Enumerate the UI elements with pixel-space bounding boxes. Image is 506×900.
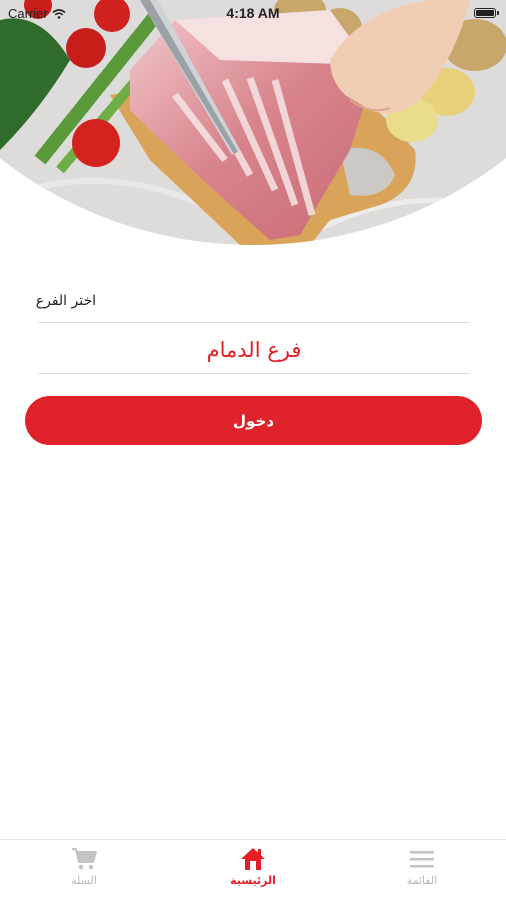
divider-top xyxy=(38,322,470,323)
tab-menu[interactable]: القائمة xyxy=(362,846,482,887)
hero-image xyxy=(0,0,506,245)
tab-home[interactable]: الرئيسية xyxy=(193,846,313,887)
status-bar: Carrier 4:18 AM xyxy=(0,0,506,26)
tab-cart[interactable]: السلة xyxy=(24,846,144,887)
divider-bottom xyxy=(38,373,470,374)
tab-home-label: الرئيسية xyxy=(230,874,276,887)
cart-icon xyxy=(72,848,97,870)
tab-cart-label: السلة xyxy=(71,874,97,887)
status-time: 4:18 AM xyxy=(226,5,280,21)
battery-icon xyxy=(474,8,499,18)
branch-select[interactable]: فرع الدمام xyxy=(38,330,470,370)
branch-label: اختر الفرع xyxy=(35,293,96,309)
home-icon xyxy=(241,848,265,870)
tab-menu-label: القائمة xyxy=(406,874,438,887)
meat-board-illustration xyxy=(0,0,506,245)
bottom-tab-bar: السلة الرئيسية القائمة xyxy=(0,839,506,900)
menu-icon xyxy=(410,851,434,868)
enter-button[interactable]: دخول xyxy=(25,396,482,445)
